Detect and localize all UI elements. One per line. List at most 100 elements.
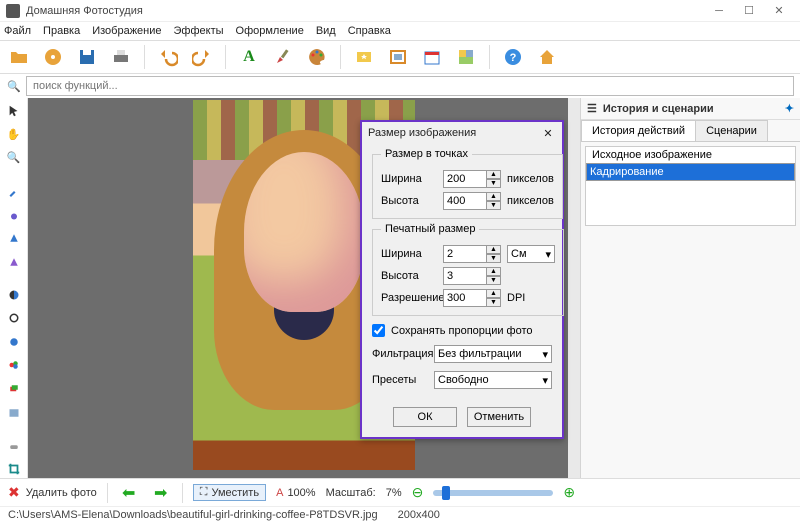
arrow-cursor-icon[interactable] [4,102,24,120]
zoom-in-icon[interactable]: ⊕ [563,484,575,501]
menu-design[interactable]: Оформление [236,25,304,37]
keep-ratio-checkbox[interactable] [372,324,385,337]
delete-photo-button[interactable]: ✖ Удалить фото [8,484,97,501]
magnifier-icon[interactable]: 🔍 [4,149,24,167]
width-print-label: Ширина [381,248,437,260]
color-picker-icon[interactable] [4,182,24,200]
width-print-input[interactable] [443,245,487,263]
collage-icon[interactable] [453,44,479,70]
cancel-button[interactable]: Отменить [467,407,531,427]
height-print-label: Высота [381,270,437,282]
status-bar: C:\Users\AMS-Elena\Downloads\beautiful-g… [0,506,800,523]
vertical-scrollbar[interactable] [568,98,580,478]
palette-small-icon[interactable] [4,357,24,375]
spinner-arrows[interactable]: ▲▼ [487,245,501,263]
panel-list-icon: ☰ [587,102,597,115]
menu-edit[interactable]: Правка [43,25,80,37]
resolution-input[interactable] [443,289,487,307]
spinner-arrows[interactable]: ▲▼ [487,289,501,307]
tab-history[interactable]: История действий [581,120,696,141]
menu-help[interactable]: Справка [348,25,391,37]
scale-value: 7% [386,487,402,499]
undo-icon[interactable] [155,44,181,70]
effects-star-icon[interactable] [351,44,377,70]
menu-image[interactable]: Изображение [92,25,161,37]
brush-blue-icon[interactable] [4,206,24,224]
image-icon[interactable] [4,404,24,422]
pixels-group: Размер в точках Ширина ▲▼ пикселов Высот… [372,148,563,219]
hundred-icon: A [276,487,283,499]
circle-blue-icon[interactable] [4,333,24,351]
dpi-unit: DPI [507,292,525,304]
dialog-close-icon[interactable]: ✕ [540,125,556,141]
help-icon[interactable]: ? [500,44,526,70]
eraser-icon[interactable] [4,437,24,455]
save-icon[interactable] [74,44,100,70]
spinner-arrows[interactable]: ▲▼ [487,170,501,188]
status-path: C:\Users\AMS-Elena\Downloads\beautiful-g… [8,509,378,521]
history-item[interactable]: Исходное изображение [586,147,795,163]
prev-arrow-icon[interactable]: ⬅ [118,484,140,502]
preset-select[interactable]: Свободно▾ [434,371,552,389]
panel-gear-icon[interactable]: ✦ [785,102,794,115]
palette-icon[interactable] [304,44,330,70]
cd-icon[interactable] [40,44,66,70]
open-folder-icon[interactable] [6,44,32,70]
status-dims: 200x400 [398,509,440,521]
px-unit: пикселов [507,173,554,185]
adjust-icon[interactable] [4,310,24,328]
height-px-input[interactable] [443,192,487,210]
home-icon[interactable] [534,44,560,70]
preset-label: Пресеты [372,374,428,386]
panel-tabs: История действий Сценарии [581,120,800,142]
ok-button[interactable]: ОК [393,407,457,427]
calendar-icon[interactable] [419,44,445,70]
spinner-arrows[interactable]: ▲▼ [487,192,501,210]
zoom-slider[interactable] [433,490,553,496]
filter-label: Фильтрация [372,348,428,360]
width-px-label: Ширина [381,173,437,185]
spinner-arrows[interactable]: ▲▼ [487,267,501,285]
menubar: Файл Правка Изображение Эффекты Оформлен… [0,22,800,40]
window-title: Домашняя Фотостудия [26,5,704,17]
crop-icon[interactable] [4,460,24,478]
print-icon[interactable] [108,44,134,70]
width-px-input[interactable] [443,170,487,188]
history-list[interactable]: Исходное изображение Кадрирование [585,146,796,226]
height-print-input[interactable] [443,267,487,285]
hundred-button[interactable]: A100% [276,487,315,499]
brush-icon[interactable] [270,44,296,70]
frame-icon[interactable] [385,44,411,70]
half-circle-icon[interactable] [4,286,24,304]
keep-ratio-label: Сохранять пропорции фото [391,325,533,337]
close-button[interactable]: ✕ [764,1,794,21]
search-input[interactable] [26,76,794,96]
layers-red-icon[interactable] [4,380,24,398]
menu-file[interactable]: Файл [4,25,31,37]
search-icon: 🔍 [6,78,22,94]
tab-scenarios[interactable]: Сценарии [695,120,768,141]
maximize-button[interactable]: ☐ [734,1,764,21]
bottom-bar: ✖ Удалить фото ⬅ ➡ ⛶Уместить A100% Масшт… [0,478,800,506]
height-px-label: Высота [381,195,437,207]
zoom-out-icon[interactable]: ⊖ [412,484,424,501]
right-panel: ☰ История и сценарии ✦ История действий … [580,98,800,478]
minimize-button[interactable]: ─ [704,1,734,21]
history-item[interactable]: Кадрирование [586,163,795,181]
fit-button[interactable]: ⛶Уместить [193,484,266,501]
app-icon [6,4,20,18]
main-toolbar: A ? [0,40,800,74]
filter-select[interactable]: Без фильтрации▾ [434,345,552,363]
dialog-title: Размер изображения [368,127,476,139]
menu-effects[interactable]: Эффекты [174,25,224,37]
fit-icon: ⛶ [200,486,208,499]
scale-label: Масштаб: [326,487,376,499]
text-icon[interactable]: A [236,44,262,70]
triangle-purple-icon[interactable] [4,253,24,271]
triangle-blue-icon[interactable] [4,229,24,247]
menu-view[interactable]: Вид [316,25,336,37]
print-unit-select[interactable]: См▾ [507,245,555,263]
next-arrow-icon[interactable]: ➡ [150,484,172,502]
redo-icon[interactable] [189,44,215,70]
hand-icon[interactable]: ✋ [4,126,24,144]
